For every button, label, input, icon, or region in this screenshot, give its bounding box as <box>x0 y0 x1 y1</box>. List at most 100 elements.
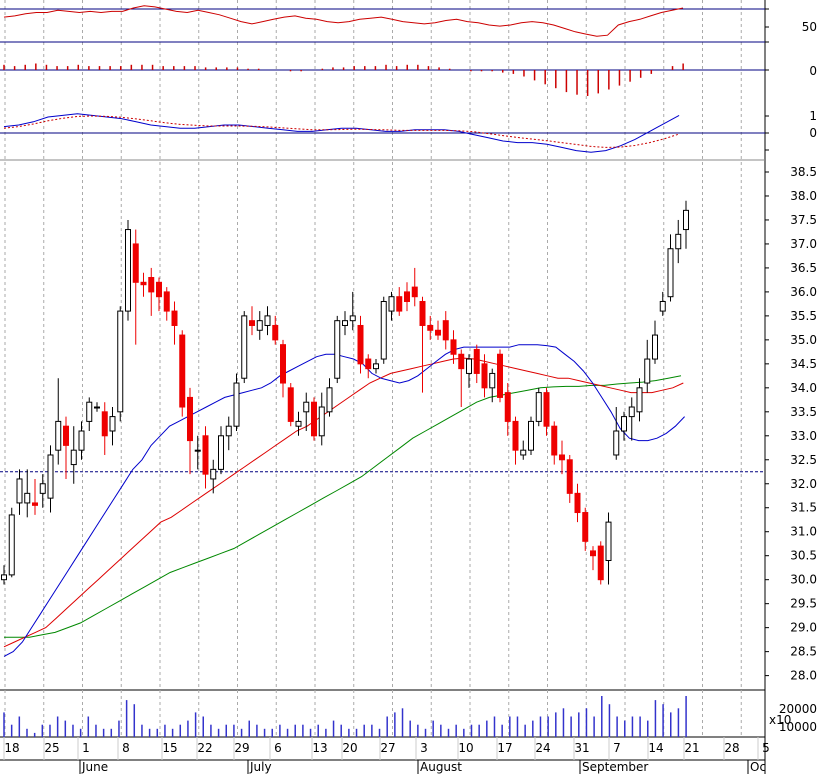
candle-body <box>512 420 519 451</box>
candle-body <box>628 406 635 418</box>
candle-body <box>559 454 565 461</box>
price-tick-label: 31.5 <box>790 501 817 515</box>
day-tick-label: 1 <box>82 741 90 755</box>
candle-body <box>109 416 116 432</box>
candle-body <box>39 483 46 494</box>
month-label: Oc <box>750 760 766 774</box>
stochastic-line <box>3 5 684 37</box>
candle-body <box>117 310 124 413</box>
candle-body <box>256 320 263 331</box>
chart-frame <box>0 0 766 774</box>
candle-body <box>210 468 217 480</box>
price-tick-label: 37.0 <box>790 237 817 251</box>
candle-body <box>86 401 93 422</box>
candle-body <box>450 339 457 355</box>
day-tick-label: 29 <box>234 741 249 755</box>
candle-body <box>404 291 410 302</box>
candle-body <box>458 353 465 370</box>
candle-body <box>590 550 596 557</box>
candle-body <box>667 248 674 298</box>
candle-body <box>520 449 527 456</box>
volume-panel <box>3 696 687 737</box>
ma-short-line <box>3 344 685 657</box>
ma-mid-line <box>3 357 684 648</box>
axis-labels: 5001028.028.529.029.530.030.531.031.532.… <box>3 8 817 774</box>
candle-body <box>582 512 589 542</box>
candle-body <box>55 420 62 451</box>
month-label: September <box>582 760 648 774</box>
candle-body <box>466 358 472 374</box>
day-tick-label: 25 <box>44 741 59 755</box>
candle-body <box>1 574 7 581</box>
candle-body <box>156 281 162 298</box>
macd-tick-label: 0 <box>809 126 817 140</box>
candle-body <box>218 435 224 470</box>
candle-body <box>125 229 131 312</box>
day-tick-label: 5 <box>762 741 770 755</box>
day-tick-label: 21 <box>684 741 699 755</box>
price-tick-label: 30.5 <box>790 549 817 563</box>
candle-body <box>171 310 178 326</box>
price-tick-label: 32.0 <box>790 477 817 491</box>
candle-body <box>435 329 441 336</box>
candle-body <box>8 514 15 576</box>
candle-body <box>179 334 186 408</box>
candle-body <box>202 435 209 475</box>
price-tick-label: 29.0 <box>790 621 817 635</box>
candle-body <box>318 406 325 437</box>
price-tick-label: 28.0 <box>790 669 817 683</box>
day-tick-label: 27 <box>380 741 395 755</box>
candle-body <box>16 478 23 504</box>
candle-body <box>303 401 310 413</box>
price-tick-label: 36.0 <box>790 285 817 299</box>
price-tick-label: 32.5 <box>790 453 817 467</box>
price-tick-label: 28.5 <box>790 645 817 659</box>
candle-body <box>163 291 170 312</box>
candle-body <box>148 277 155 293</box>
candle-body <box>334 320 341 379</box>
candle-body <box>94 406 100 409</box>
candle-body <box>78 430 85 451</box>
candle-body <box>597 545 604 581</box>
candle-body <box>652 334 658 360</box>
day-tick-label: 28 <box>724 741 739 755</box>
day-tick-label: 22 <box>197 741 212 755</box>
candle-body <box>132 243 139 283</box>
stoch-tick-label: 50 <box>802 20 817 34</box>
candle-body <box>551 425 558 456</box>
candle-body <box>249 320 255 326</box>
day-tick-label: 14 <box>648 741 663 755</box>
candle-body <box>442 320 449 341</box>
candle-body <box>342 320 348 326</box>
candle-body <box>241 315 248 379</box>
candle-body <box>481 363 488 389</box>
day-tick-label: 10 <box>458 741 473 755</box>
candle-body <box>272 324 279 341</box>
candle-body <box>605 521 612 561</box>
candle-body <box>233 382 240 427</box>
macd-panel <box>0 113 765 161</box>
price-tick-label: 29.5 <box>790 597 817 611</box>
candle-body <box>365 358 372 370</box>
candle-body <box>32 502 38 506</box>
candle-body <box>497 353 503 398</box>
day-tick-label: 6 <box>274 741 282 755</box>
candle-body <box>489 372 496 389</box>
candle-body <box>47 454 54 499</box>
price-tick-label: 33.5 <box>790 405 817 419</box>
candle-body <box>24 492 31 504</box>
candle-body <box>535 392 542 422</box>
candle-body <box>280 344 286 384</box>
price-panel <box>0 200 765 657</box>
candle-body <box>287 387 294 422</box>
day-tick-label: 7 <box>613 741 621 755</box>
day-tick-label: 24 <box>535 741 550 755</box>
month-label: August <box>420 760 462 774</box>
day-tick-label: 3 <box>420 741 428 755</box>
month-label: July <box>249 760 272 774</box>
day-tick-label: 31 <box>574 741 589 755</box>
price-tick-label: 36.5 <box>790 261 817 275</box>
candle-body <box>326 387 333 413</box>
candle-body <box>659 300 666 312</box>
price-tick-label: 33.0 <box>790 429 817 443</box>
